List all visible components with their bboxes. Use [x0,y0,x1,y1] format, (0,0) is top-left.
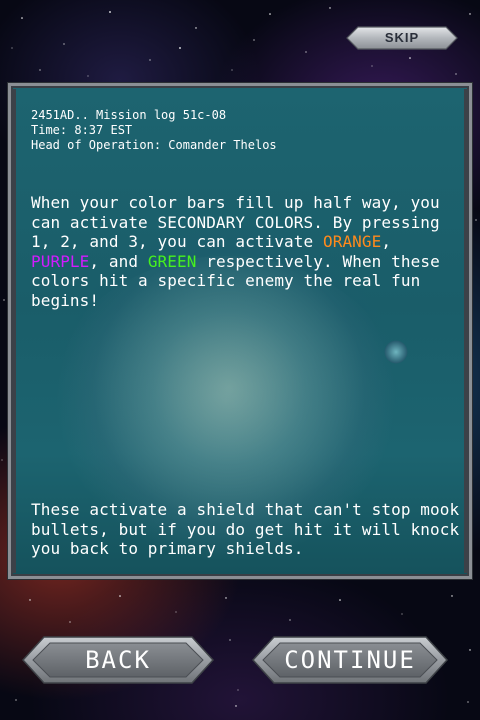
log-date-line: 2451AD.. Mission log 51c-08 [31,108,227,122]
mission-log-panel: 2451AD.. Mission log 51c-08 Time: 8:37 E… [8,83,472,579]
shield-paragraph: These activate a shield that can't stop … [31,500,460,558]
panel-right-rail [464,89,469,573]
continue-button[interactable]: CONTINUE [252,636,448,684]
skip-button[interactable]: SKIP [346,26,458,50]
log-time-line: Time: 8:37 EST [31,123,133,137]
separator-2: , and [89,251,148,271]
green-color-word: GREEN [147,251,197,271]
panel-left-rail [11,89,16,573]
instructions-paragraph: When your color bars fill up half way, y… [31,193,463,310]
orange-color-word: ORANGE [322,232,382,251]
skip-label: SKIP [384,30,420,45]
log-commander-line: Head of Operation: Comander Thelos [31,138,277,152]
back-button[interactable]: BACK [22,636,214,684]
log-header: 2451AD.. Mission log 51c-08 Time: 8:37 E… [31,108,277,153]
continue-label: CONTINUE [284,646,416,674]
separator-1: , [381,232,392,251]
purple-color-word: PURPLE [31,251,90,271]
back-label: BACK [85,646,151,674]
